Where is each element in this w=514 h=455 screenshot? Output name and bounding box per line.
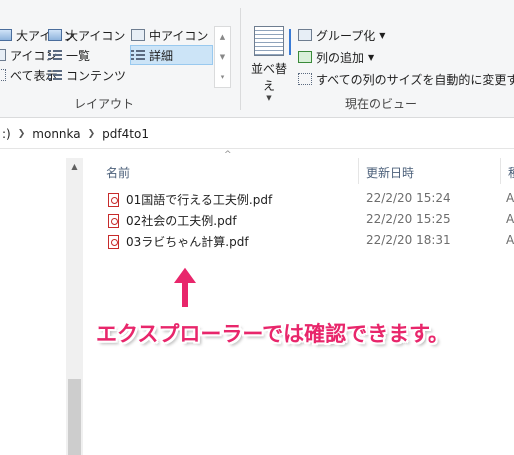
scroll-thumb[interactable] xyxy=(68,379,81,455)
details-view-icon xyxy=(131,49,145,61)
ribbon: 大アイコン 大アイコン 中アイコン アイコン 一覧 詳細 べて表示 コンテンツ … xyxy=(0,0,514,118)
pdf-file-icon xyxy=(108,214,119,228)
tiles-view-icon xyxy=(0,69,6,81)
address-bar[interactable]: :) ❯ monnka ❯ pdf4to1 xyxy=(0,119,514,149)
gallery-down-icon[interactable]: ▼ xyxy=(215,47,230,67)
layout-gallery-scroll[interactable]: ▲ ▼ ▾ xyxy=(214,26,231,88)
content-view-icon xyxy=(48,69,62,81)
add-columns-button[interactable]: 列の追加 ▼ xyxy=(298,47,374,67)
group-by-icon xyxy=(298,29,312,41)
column-header-type[interactable]: 種 xyxy=(508,158,514,186)
size-all-columns-button[interactable]: すべての列のサイズを自動的に変更する xyxy=(298,69,514,89)
layout-group-label: レイアウト xyxy=(74,97,135,111)
group-by-button[interactable]: グループ化 ▼ xyxy=(298,25,385,45)
ribbon-divider xyxy=(240,8,241,110)
medium-icons-icon xyxy=(131,29,145,41)
pdf-file-icon xyxy=(108,235,119,249)
extra-large-icons-icon xyxy=(0,29,12,41)
layout-list[interactable]: 一覧 xyxy=(48,45,90,65)
small-icons-icon xyxy=(0,49,6,61)
current-view-group-label: 現在のビュー xyxy=(345,97,418,111)
layout-content[interactable]: コンテンツ xyxy=(48,65,126,85)
breadcrumb-current[interactable]: pdf4to1 xyxy=(102,127,149,141)
layout-medium-icons[interactable]: 中アイコン xyxy=(131,25,208,45)
breadcrumb-drive[interactable]: :) xyxy=(2,127,11,141)
chevron-down-icon: ▼ xyxy=(368,52,375,62)
chevron-right-icon[interactable]: ❯ xyxy=(88,129,96,139)
list-view-icon xyxy=(48,49,62,61)
gallery-up-icon[interactable]: ▲ xyxy=(215,27,230,47)
large-icons-icon xyxy=(48,29,62,41)
breadcrumb-folder[interactable]: monnka xyxy=(32,127,80,141)
column-header-name[interactable]: 名前 xyxy=(106,158,130,186)
chevron-down-icon: ▼ xyxy=(379,30,386,40)
layout-large-icons[interactable]: 大アイコン xyxy=(48,25,125,45)
layout-details[interactable]: 詳細 xyxy=(130,45,213,65)
pdf-file-icon xyxy=(108,193,119,207)
chevron-down-icon: ▼ xyxy=(266,94,272,102)
file-row[interactable]: 01国語で行える工夫例.pdf 22/2/20 15:24 A xyxy=(100,189,514,210)
annotation-arrow-icon xyxy=(170,264,200,309)
gallery-more-icon[interactable]: ▾ xyxy=(215,67,230,87)
file-row[interactable]: 03ラビちゃん計算.pdf 22/2/20 18:31 A xyxy=(100,231,514,252)
sort-ascending-icon: ^ xyxy=(224,150,232,160)
nav-scrollbar[interactable]: ▲ xyxy=(66,158,83,455)
column-header-date[interactable]: 更新日時 xyxy=(366,158,414,186)
chevron-right-icon[interactable]: ❯ xyxy=(18,129,26,139)
column-divider[interactable] xyxy=(358,158,359,184)
sort-by-button[interactable]: 並べ替え ▼ xyxy=(246,26,292,102)
size-columns-icon xyxy=(298,73,312,85)
add-columns-icon xyxy=(298,51,312,63)
column-divider[interactable] xyxy=(500,158,501,184)
scroll-up-icon[interactable]: ▲ xyxy=(66,158,83,175)
file-row[interactable]: 02社会の工夫例.pdf 22/2/20 15:25 A xyxy=(100,210,514,231)
sort-by-icon xyxy=(254,26,291,56)
annotation-text: エクスプローラーでは確認できます。 xyxy=(96,322,450,346)
